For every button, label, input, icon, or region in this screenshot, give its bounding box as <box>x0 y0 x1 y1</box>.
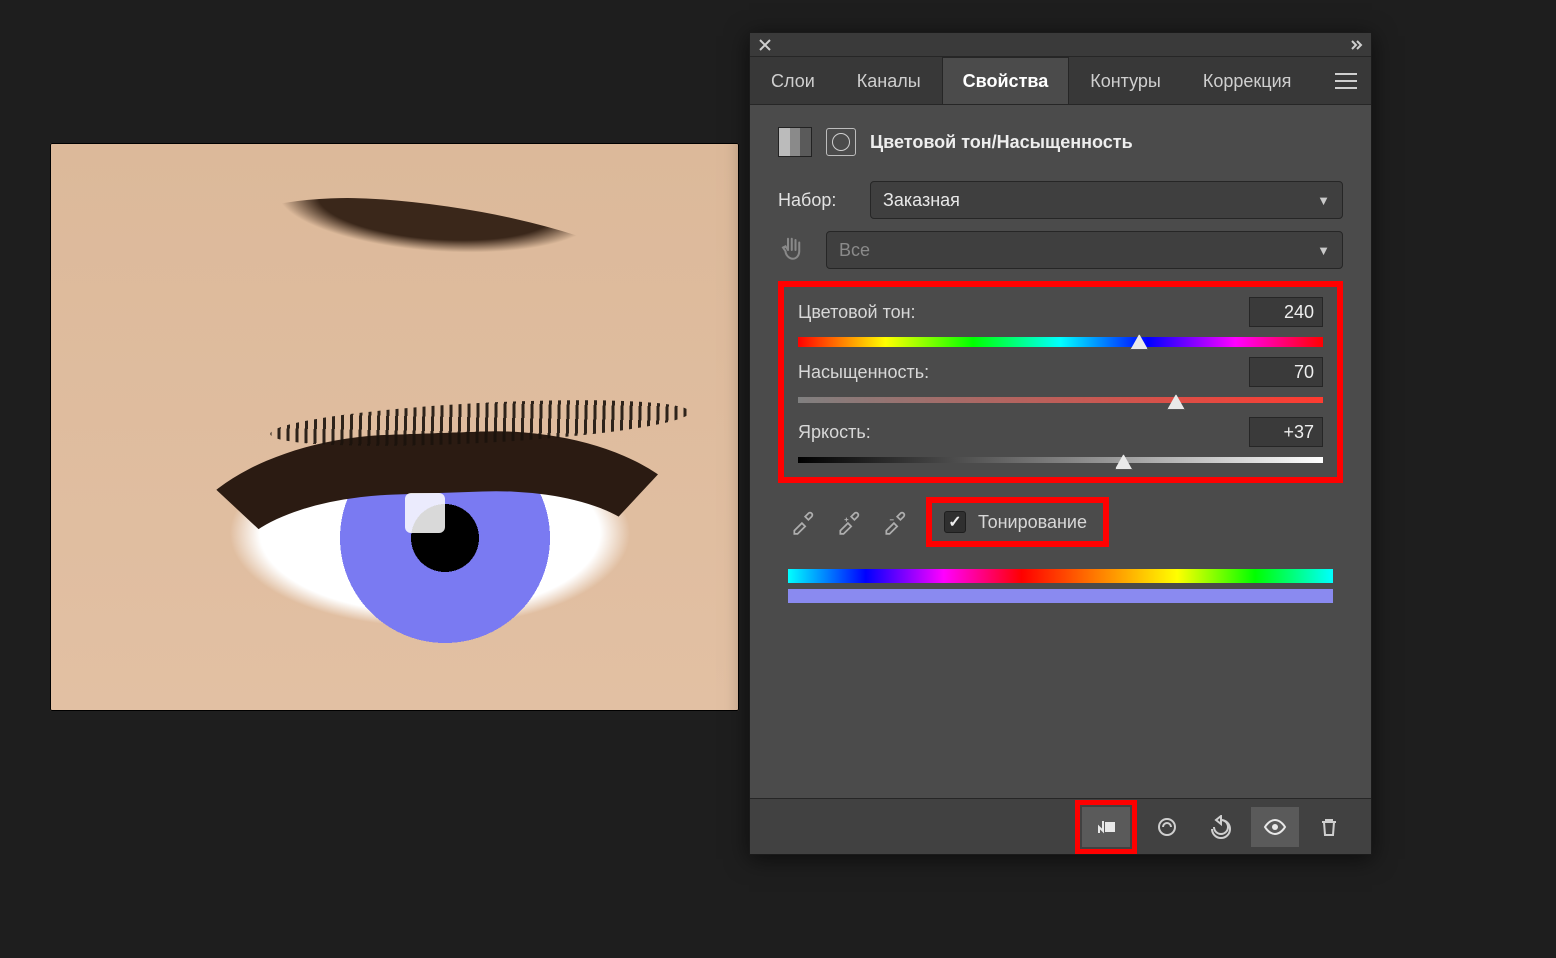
tab-properties[interactable]: Свойства <box>942 57 1070 104</box>
properties-panel: Слои Каналы Свойства Контуры Коррекция Ц… <box>749 32 1372 855</box>
sliders-group-highlight: Цветовой тон: 240 Насыщенность: 70 <box>778 281 1343 483</box>
lightness-slider[interactable] <box>798 457 1323 467</box>
tab-channels[interactable]: Каналы <box>836 57 942 104</box>
clip-highlight <box>1075 800 1137 854</box>
hue-row: Цветовой тон: 240 <box>798 297 1323 347</box>
view-previous-icon[interactable] <box>1143 807 1191 847</box>
hue-strip-result <box>788 589 1333 603</box>
hue-strip-source <box>788 569 1333 583</box>
preset-value: Заказная <box>883 190 960 211</box>
tab-layers[interactable]: Слои <box>750 57 836 104</box>
eyedropper-icon[interactable] <box>788 507 818 537</box>
eyedropper-subtract-icon[interactable] <box>880 507 910 537</box>
eyedropper-add-icon[interactable] <box>834 507 864 537</box>
tab-adjustments[interactable]: Коррекция <box>1182 57 1313 104</box>
preset-label: Набор: <box>778 190 852 211</box>
color-range-select[interactable]: Все ▼ <box>826 231 1343 269</box>
delete-icon[interactable] <box>1305 807 1353 847</box>
panel-titlebar <box>750 33 1371 57</box>
hue-input[interactable]: 240 <box>1249 297 1323 327</box>
panel-tabs: Слои Каналы Свойства Контуры Коррекция <box>750 57 1371 105</box>
adjustment-title: Цветовой тон/Насыщенность <box>870 132 1133 153</box>
toggle-visibility-icon[interactable] <box>1251 807 1299 847</box>
chevron-down-icon: ▼ <box>1317 243 1330 258</box>
panel-footer <box>750 798 1371 854</box>
hue-slider[interactable] <box>798 337 1323 347</box>
hue-sat-adjustment-icon[interactable] <box>778 127 812 157</box>
lightness-row: Яркость: +37 <box>798 417 1323 467</box>
color-range-value: Все <box>839 240 870 261</box>
colorize-checkbox[interactable]: ✓ <box>944 511 966 533</box>
clip-to-layer-icon[interactable] <box>1082 807 1130 847</box>
preset-select[interactable]: Заказная ▼ <box>870 181 1343 219</box>
collapse-icon[interactable] <box>1349 38 1363 52</box>
saturation-input[interactable]: 70 <box>1249 357 1323 387</box>
lightness-input[interactable]: +37 <box>1249 417 1323 447</box>
reset-icon[interactable] <box>1197 807 1245 847</box>
document-canvas[interactable] <box>50 143 739 711</box>
close-icon[interactable] <box>758 38 772 52</box>
panel-menu-icon[interactable] <box>1321 57 1371 104</box>
chevron-down-icon: ▼ <box>1317 193 1330 208</box>
lightness-label: Яркость: <box>798 422 871 443</box>
saturation-row: Насыщенность: 70 <box>798 357 1323 407</box>
tab-paths[interactable]: Контуры <box>1069 57 1182 104</box>
colorize-highlight: ✓ Тонирование <box>926 497 1109 547</box>
hue-label: Цветовой тон: <box>798 302 916 323</box>
saturation-slider[interactable] <box>798 397 1323 407</box>
targeted-adjust-icon[interactable] <box>778 236 808 264</box>
layer-mask-icon[interactable] <box>826 128 856 156</box>
image-content <box>166 424 715 703</box>
image-content <box>405 493 445 533</box>
colorize-label: Тонирование <box>978 512 1087 533</box>
saturation-label: Насыщенность: <box>798 362 929 383</box>
